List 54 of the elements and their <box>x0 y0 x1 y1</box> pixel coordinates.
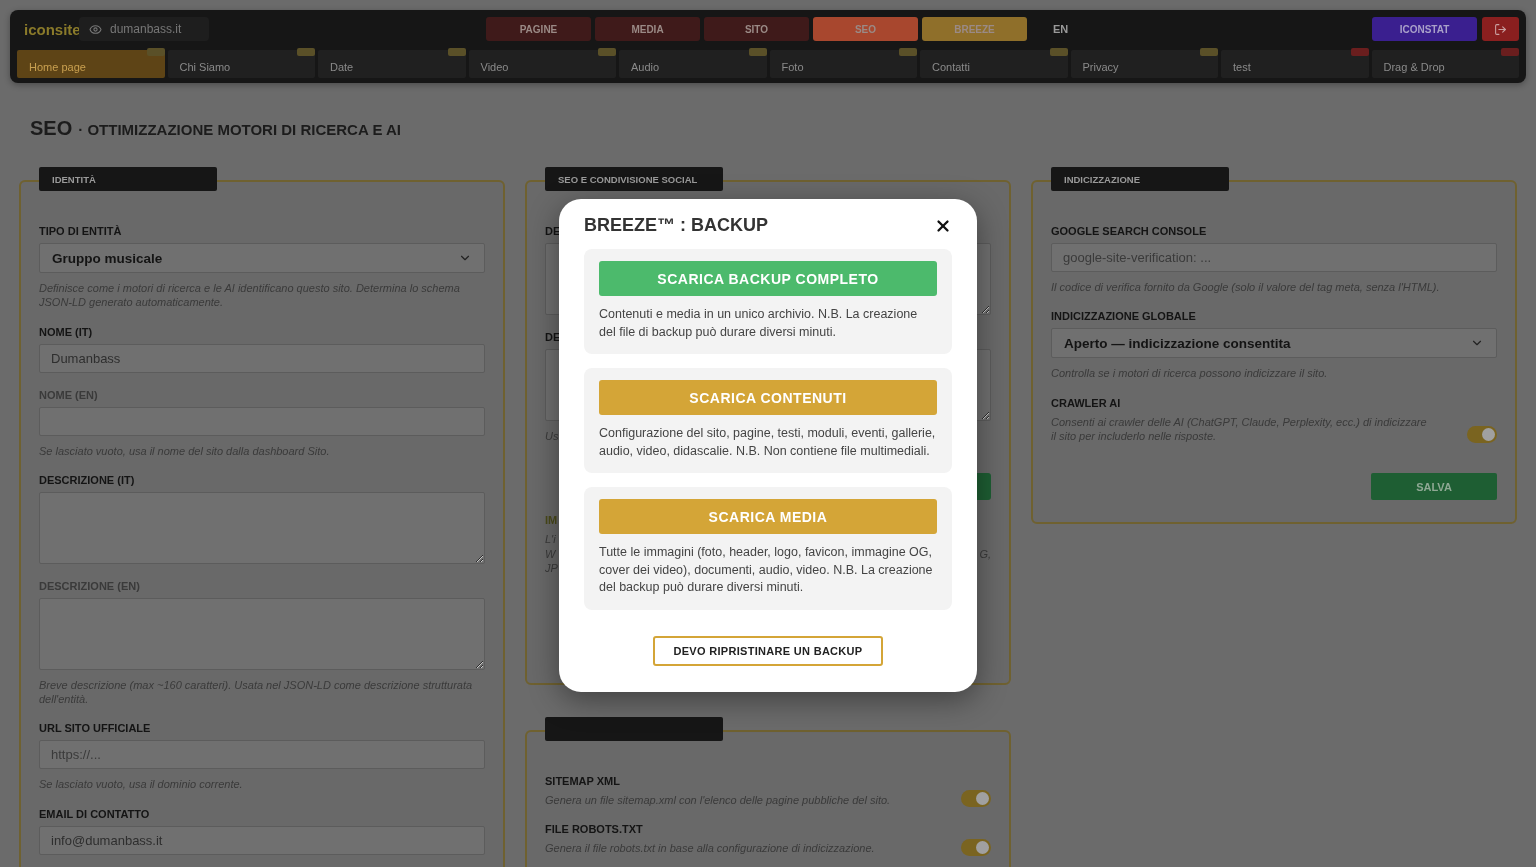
field-label: EMAIL DI CONTATTO <box>39 807 150 820</box>
page-tab[interactable]: Privacy <box>1070 50 1218 78</box>
page-tab[interactable]: Contatti <box>920 50 1068 78</box>
site-link[interactable]: dumanbass.it <box>79 17 209 41</box>
field-label: DE <box>545 331 561 343</box>
toggle-switch[interactable] <box>961 790 991 808</box>
select-field[interactable]: Gruppo musicale <box>39 243 485 273</box>
field-label: FILE ROBOTS.TXT <box>545 823 643 836</box>
page-tab[interactable]: Video <box>468 50 616 78</box>
language-link[interactable]: EN <box>1053 23 1069 35</box>
input-field[interactable]: info@dumanbass.it <box>39 825 485 855</box>
dialog-title: BREEZE™ : BACKUP <box>584 215 768 236</box>
section-title: IDENTITÀ <box>39 167 217 191</box>
logout-button[interactable] <box>1482 17 1519 41</box>
page-subtitle: · OTTIMIZZAZIONE MOTORI DI RICERCA E AI <box>78 121 401 138</box>
textarea-field[interactable] <box>39 491 485 564</box>
page-tab[interactable]: Audio <box>619 50 767 78</box>
field-label: IM <box>545 514 558 527</box>
field-label: TIPO DI ENTITÀ <box>39 225 122 237</box>
restore-button[interactable]: DEVO RIPRISTINARE UN BACKUP <box>653 635 883 666</box>
field-label: URL SITO UFFICIALE <box>39 722 151 735</box>
page-tab[interactable]: Chi Siamo <box>167 50 315 78</box>
page-tab[interactable]: Foto <box>769 50 917 78</box>
option-description: Contenuti e media in un unico archivio. N.B. La creazione del file di backup può durare diversi minuti. <box>599 306 919 341</box>
eye-icon <box>89 22 102 36</box>
option-description: Tutte le immagini (foto, header, logo, favicon, immagine OG, cover dei video), documenti, audio, video. N.B. La creazione del backup può durare diversi minuti. <box>599 544 934 596</box>
logout-icon <box>1494 22 1507 36</box>
page-tab[interactable]: test <box>1221 50 1369 78</box>
menu-button[interactable]: PAGINE <box>486 17 591 41</box>
page-tab[interactable]: Date <box>318 50 466 78</box>
select-field[interactable]: Aperto — indicizzazione consentita <box>1051 328 1497 359</box>
toggle-switch[interactable] <box>1467 426 1497 444</box>
option-description: Configurazione del sito, pagine, testi, moduli, eventi, gallerie, audio, video, didascalie. N.B. Non contiene file multimediali. <box>599 425 937 460</box>
page-tab[interactable]: Drag & Drop <box>1371 50 1519 78</box>
input-field[interactable]: Dumanbass <box>39 343 485 373</box>
field-label: NOME (IT) <box>39 325 93 338</box>
menu-button[interactable]: MEDIA <box>595 17 700 41</box>
field-label: SITEMAP XML <box>545 775 620 788</box>
logo[interactable]: iconsite <box>17 20 79 38</box>
section-title: SEO E CONDIVISIONE SOCIAL <box>545 167 723 191</box>
page-tab[interactable]: Home page <box>17 50 165 78</box>
page-title: SEO <box>30 117 73 140</box>
field-label: CRAWLER AI <box>1051 396 1121 409</box>
field-label: DE <box>545 225 561 237</box>
toggle-switch[interactable] <box>961 838 991 856</box>
save-button[interactable]: SALVA <box>1371 473 1497 501</box>
field-label: INDICIZZAZIONE GLOBALE <box>1051 310 1196 323</box>
textarea-field[interactable] <box>39 597 485 670</box>
field-label: DESCRIZIONE (IT) <box>39 473 135 486</box>
download-button[interactable]: SCARICA BACKUP COMPLETO <box>599 261 937 296</box>
stats-button[interactable]: ICONSTAT <box>1372 17 1477 41</box>
field-label: GOOGLE SEARCH CONSOLE <box>1051 225 1207 237</box>
section-title: INDICIZZAZIONE <box>1051 167 1229 191</box>
menu-button[interactable]: SITO <box>704 17 809 41</box>
